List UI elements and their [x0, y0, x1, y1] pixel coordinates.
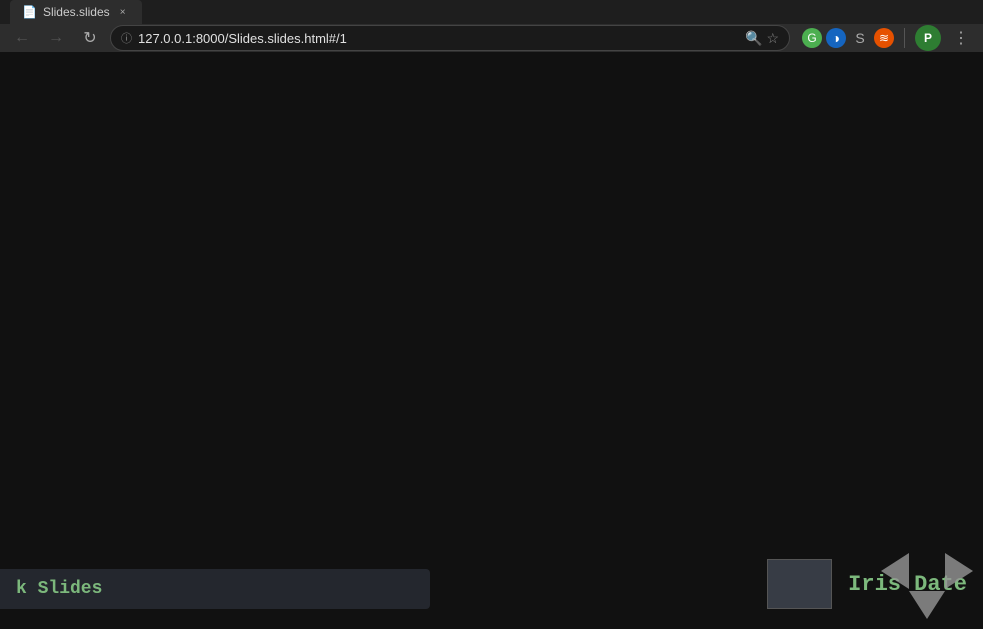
- refresh-button[interactable]: ↻: [76, 24, 104, 52]
- extension-g[interactable]: G: [802, 28, 822, 48]
- active-tab[interactable]: 📄 Slides.slides ×: [10, 0, 142, 24]
- browser-chrome: 📄 Slides.slides × ← → ↻ ⓘ 127.0.0.1:8000…: [0, 0, 983, 52]
- address-actions: 🔍 ☆: [745, 30, 779, 47]
- left-label-text: k Slides: [16, 579, 102, 599]
- tab-close-button[interactable]: ×: [116, 5, 130, 19]
- tab-title: Slides.slides: [43, 5, 110, 19]
- divider: [904, 28, 905, 48]
- address-bar[interactable]: ⓘ 127.0.0.1:8000/Slides.slides.html#/1 🔍…: [110, 25, 790, 51]
- vertical-arrows: [909, 589, 945, 619]
- extension-s[interactable]: S: [850, 28, 870, 48]
- forward-button[interactable]: →: [42, 24, 70, 52]
- bookmark-icon[interactable]: ☆: [766, 30, 779, 47]
- slide-container: k Slides Iris Date: [0, 52, 983, 629]
- tab-favicon: 📄: [22, 5, 37, 19]
- extension-circle[interactable]: ◑: [826, 28, 846, 48]
- menu-button[interactable]: ⋮: [947, 24, 975, 52]
- tab-bar: 📄 Slides.slides ×: [0, 0, 983, 24]
- back-button[interactable]: ←: [8, 24, 36, 52]
- lock-icon: ⓘ: [121, 30, 132, 46]
- profile-button[interactable]: P: [915, 25, 941, 51]
- url-text: 127.0.0.1:8000/Slides.slides.html#/1: [138, 31, 739, 46]
- arrow-left-button[interactable]: [881, 553, 909, 589]
- navigation-arrows: [881, 553, 973, 619]
- extension-lines[interactable]: ≋: [874, 28, 894, 48]
- search-icon[interactable]: 🔍: [745, 30, 762, 47]
- horizontal-arrows: [881, 553, 973, 589]
- left-slide-label: k Slides: [0, 569, 430, 609]
- slide-thumbnail: [767, 559, 832, 609]
- nav-bar: ← → ↻ ⓘ 127.0.0.1:8000/Slides.slides.htm…: [0, 24, 983, 52]
- browser-extensions: G ◑ S ≋: [802, 28, 894, 48]
- arrow-right-button[interactable]: [945, 553, 973, 589]
- arrow-down-button[interactable]: [909, 591, 945, 619]
